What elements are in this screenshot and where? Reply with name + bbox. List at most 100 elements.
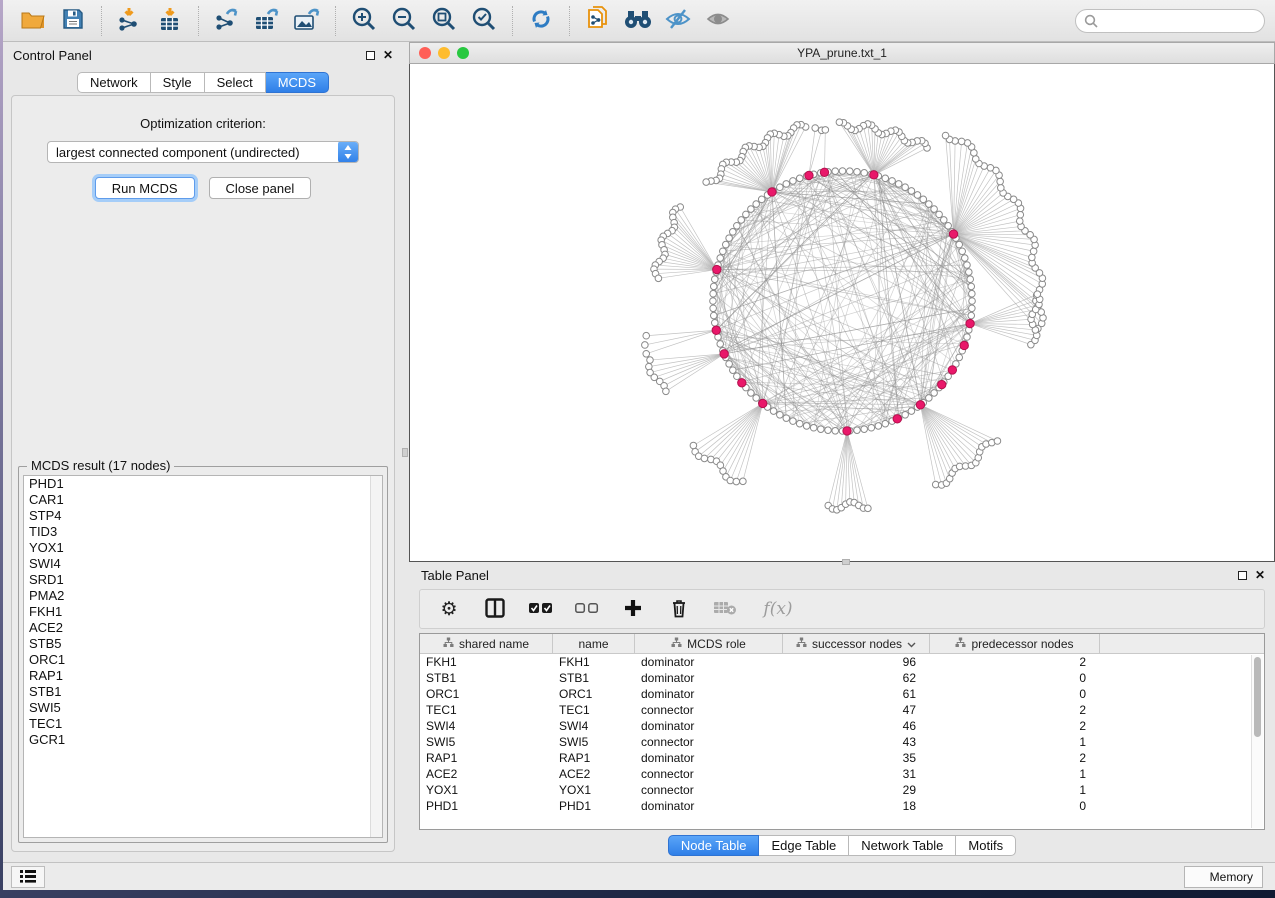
table-row[interactable]: ORC1ORC1dominator610	[420, 686, 1264, 702]
tree-column-icon	[671, 637, 682, 651]
delete-table-icon	[713, 600, 737, 619]
mcds-result-item[interactable]: SWI4	[24, 556, 382, 572]
tab-style[interactable]: Style	[151, 72, 205, 93]
zoom-in-button[interactable]	[346, 4, 382, 38]
table-row[interactable]: TEC1TEC1connector472	[420, 702, 1264, 718]
tab-network-table[interactable]: Network Table	[849, 835, 956, 856]
table-row[interactable]: YOX1YOX1connector291	[420, 782, 1264, 798]
export-image-button[interactable]	[289, 4, 325, 38]
close-panel-button[interactable]: Close panel	[209, 177, 312, 199]
table-cell: STB1	[553, 670, 635, 686]
table-row[interactable]: RAP1RAP1dominator352	[420, 750, 1264, 766]
table-row[interactable]: FKH1FKH1dominator962	[420, 654, 1264, 670]
vertical-splitter-handle[interactable]	[402, 448, 408, 457]
tab-edge-table[interactable]: Edge Table	[759, 835, 849, 856]
mcds-result-item[interactable]: STB5	[24, 636, 382, 652]
open-file-button[interactable]	[15, 4, 51, 38]
gear-icon: ⚙	[440, 600, 457, 619]
close-panel-icon[interactable]: ✕	[383, 49, 393, 61]
zoom-out-button[interactable]	[386, 4, 422, 38]
tab-mcds[interactable]: MCDS	[266, 72, 329, 93]
table-cell: SWI4	[553, 718, 635, 734]
table-row[interactable]: PHD1PHD1dominator180	[420, 798, 1264, 814]
zoom-fit-button[interactable]	[426, 4, 462, 38]
network-window-titlebar[interactable]: YPA_prune.txt_1	[409, 42, 1275, 64]
column-header-shared-name[interactable]: shared name	[420, 634, 553, 653]
main-toolbar	[3, 0, 1275, 42]
mcds-result-item[interactable]: RAP1	[24, 668, 382, 684]
tab-node-table[interactable]: Node Table	[668, 835, 760, 856]
tab-motifs[interactable]: Motifs	[956, 835, 1016, 856]
import-network-button[interactable]	[112, 4, 148, 38]
network-window-title: YPA_prune.txt_1	[410, 46, 1274, 60]
toolbar-separator	[569, 6, 570, 36]
memory-button[interactable]: Memory	[1184, 866, 1263, 888]
column-header-MCDS-role[interactable]: MCDS role	[635, 634, 783, 653]
criterion-select[interactable]: largest connected component (undirected)	[47, 141, 359, 163]
deselect-all-rows-button[interactable]	[574, 595, 600, 623]
table-row[interactable]: ACE2ACE2connector311	[420, 766, 1264, 782]
table-cell: 43	[783, 734, 930, 750]
duplicate-network-button[interactable]	[580, 4, 616, 38]
export-table-button[interactable]	[249, 4, 285, 38]
create-column-button[interactable]	[620, 595, 646, 623]
horizontal-splitter-handle[interactable]	[842, 559, 850, 565]
mcds-result-item[interactable]: ACE2	[24, 620, 382, 636]
tab-network[interactable]: Network	[77, 72, 151, 93]
mcds-list-scrollbar[interactable]	[370, 476, 382, 837]
table-settings-button[interactable]: ⚙	[436, 595, 462, 623]
close-panel-icon[interactable]: ✕	[1255, 569, 1265, 581]
tab-select[interactable]: Select	[205, 72, 266, 93]
mcds-result-item[interactable]: GCR1	[24, 732, 382, 748]
show-columns-button[interactable]	[482, 595, 508, 623]
table-header-row: shared namenameMCDS rolesuccessor nodesp…	[420, 634, 1264, 654]
select-all-rows-button[interactable]	[528, 595, 554, 623]
zoom-selected-icon	[471, 6, 497, 35]
table-scrollbar-thumb[interactable]	[1254, 657, 1261, 737]
hide-selected-button[interactable]	[660, 4, 696, 38]
mcds-result-item[interactable]: TEC1	[24, 716, 382, 732]
search-network-button[interactable]	[620, 4, 656, 38]
control-panel-header: Control Panel ✕	[3, 42, 403, 68]
table-cell: 1	[930, 734, 1100, 750]
search-input[interactable]	[1098, 14, 1256, 28]
show-all-button[interactable]	[700, 4, 736, 38]
column-header-name[interactable]: name	[553, 634, 635, 653]
table-scrollbar[interactable]	[1251, 655, 1263, 828]
mcds-result-item[interactable]: PHD1	[24, 476, 382, 492]
table-cell: connector	[635, 766, 783, 782]
mcds-result-item[interactable]: SWI5	[24, 700, 382, 716]
mcds-result-item[interactable]: SRD1	[24, 572, 382, 588]
table-row[interactable]: STB1STB1dominator620	[420, 670, 1264, 686]
mcds-result-item[interactable]: CAR1	[24, 492, 382, 508]
save-session-button[interactable]	[55, 4, 91, 38]
search-field[interactable]	[1075, 9, 1265, 33]
delete-column-button[interactable]	[666, 595, 692, 623]
mcds-result-item[interactable]: STP4	[24, 508, 382, 524]
task-history-button[interactable]	[11, 866, 45, 888]
zoom-selected-button[interactable]	[466, 4, 502, 38]
network-canvas[interactable]	[409, 64, 1275, 562]
float-panel-icon[interactable]	[366, 51, 375, 60]
table-cell: 1	[930, 782, 1100, 798]
table-row[interactable]: SWI4SWI4dominator462	[420, 718, 1264, 734]
column-header-successor-nodes[interactable]: successor nodes	[783, 634, 930, 653]
column-header-predecessor-nodes[interactable]: predecessor nodes	[930, 634, 1100, 653]
run-mcds-button[interactable]: Run MCDS	[95, 177, 195, 199]
mcds-result-item[interactable]: STB1	[24, 684, 382, 700]
float-panel-icon[interactable]	[1238, 571, 1247, 580]
mcds-result-item[interactable]: TID3	[24, 524, 382, 540]
mcds-result-item[interactable]: ORC1	[24, 652, 382, 668]
status-bar: Memory	[3, 862, 1275, 890]
table-cell: dominator	[635, 654, 783, 670]
mcds-result-item[interactable]: YOX1	[24, 540, 382, 556]
export-network-button[interactable]	[209, 4, 245, 38]
refresh-button[interactable]	[523, 4, 559, 38]
import-table-button[interactable]	[152, 4, 188, 38]
table-cell: RAP1	[420, 750, 553, 766]
mcds-result-item[interactable]: PMA2	[24, 588, 382, 604]
mcds-result-item[interactable]: FKH1	[24, 604, 382, 620]
table-row[interactable]: SWI5SWI5connector431	[420, 734, 1264, 750]
table-cell: 96	[783, 654, 930, 670]
mcds-result-list[interactable]: PHD1CAR1STP4TID3YOX1SWI4SRD1PMA2FKH1ACE2…	[23, 475, 383, 838]
